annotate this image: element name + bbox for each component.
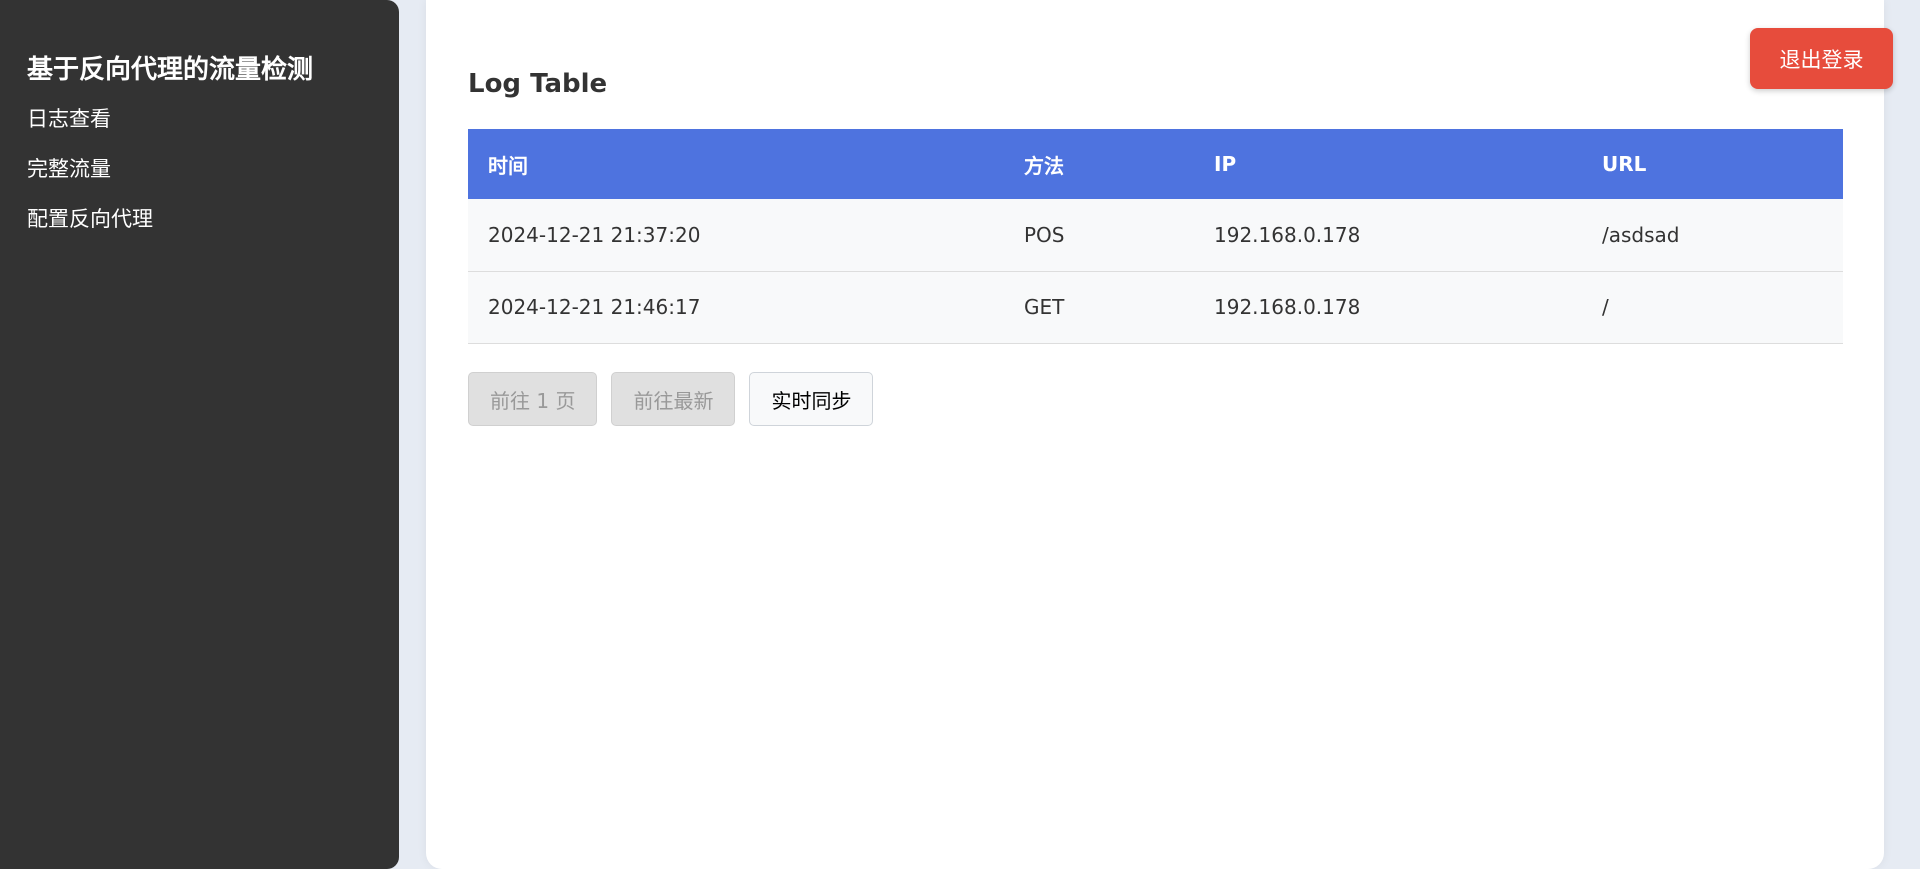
page-title: Log Table — [468, 69, 608, 99]
log-table: 时间 方法 IP URL 2024-12-21 21:37:20 POS 192… — [468, 129, 1843, 344]
go-to-page-button[interactable]: 前往 1 页 — [468, 372, 598, 426]
column-header-ip: IP — [1214, 152, 1237, 176]
table-row: 2024-12-21 21:46:17 GET 192.168.0.178 / — [468, 271, 1843, 343]
table-row: 2024-12-21 21:37:20 POS 192.168.0.178 /a… — [468, 199, 1843, 271]
pagination-controls: 前往 1 页 前往最新 实时同步 — [468, 372, 874, 426]
cell-url: /asdsad — [1602, 222, 1680, 247]
column-header-url: URL — [1602, 152, 1647, 176]
sidebar-item-full-traffic[interactable]: 完整流量 — [27, 150, 399, 200]
cell-url: / — [1602, 295, 1609, 319]
column-header-time: 时间 — [488, 153, 528, 178]
cell-time: 2024-12-21 21:46:17 — [488, 295, 701, 319]
cell-ip: 192.168.0.178 — [1214, 222, 1361, 247]
app-title: 基于反向代理的流量检测 — [27, 55, 314, 85]
cell-method: POS — [1024, 222, 1065, 247]
cell-ip: 192.168.0.178 — [1214, 295, 1361, 319]
sidebar: 基于反向代理的流量检测 日志查看 完整流量 配置反向代理 — [0, 0, 399, 869]
column-header-method: 方法 — [1024, 153, 1064, 178]
sidebar-item-proxy-config[interactable]: 配置反向代理 — [27, 200, 399, 250]
realtime-sync-button[interactable]: 实时同步 — [749, 372, 874, 426]
sidebar-nav: 日志查看 完整流量 配置反向代理 — [0, 100, 399, 250]
go-to-latest-button[interactable]: 前往最新 — [611, 372, 736, 426]
cell-method: GET — [1024, 295, 1065, 319]
table-header-row: 时间 方法 IP URL — [468, 129, 1843, 199]
main-panel: Log Table 时间 方法 IP URL 2024-12-21 21:37:… — [426, 0, 1884, 869]
cell-time: 2024-12-21 21:37:20 — [488, 222, 701, 247]
sidebar-item-log-view[interactable]: 日志查看 — [27, 100, 399, 150]
logout-button[interactable]: 退出登录 — [1750, 28, 1893, 89]
